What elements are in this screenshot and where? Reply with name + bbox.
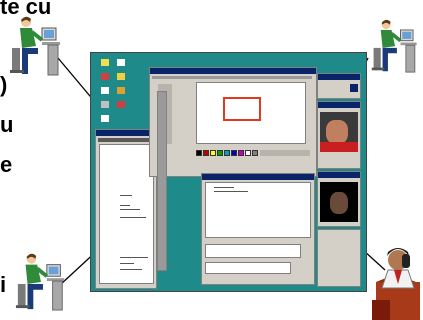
vertical-toolbar-window[interactable] [157,91,167,271]
person-at-computer-icon [15,253,65,311]
desktop-icon[interactable] [117,73,125,80]
title-bar[interactable] [318,172,360,178]
color-swatch[interactable] [224,150,230,156]
title-bar[interactable] [150,68,316,74]
title-bar[interactable] [202,174,314,180]
document-window[interactable] [95,129,157,289]
video-panel-bottom[interactable] [317,171,361,227]
title-bar[interactable] [318,102,360,108]
desktop-icon[interactable] [101,73,109,80]
video-feed-1 [320,112,358,152]
desktop-icon[interactable] [101,101,109,108]
desktop-icon[interactable] [117,101,125,108]
chat-log [205,182,311,238]
top-right-window[interactable] [317,73,361,99]
chat-input[interactable] [205,244,301,258]
chat-window[interactable] [201,173,315,285]
color-swatch[interactable] [196,150,202,156]
title-bar[interactable] [318,74,360,80]
desktop-icon[interactable] [117,87,125,94]
color-swatch[interactable] [252,150,258,156]
paint-canvas[interactable] [196,82,306,144]
person-at-computer-icon [371,19,417,73]
menu-bar [152,76,312,79]
color-swatch[interactable] [245,150,251,156]
color-swatch[interactable] [203,150,209,156]
desktop-icon[interactable] [101,87,109,94]
participant-list[interactable] [317,229,361,287]
color-swatch[interactable] [217,150,223,156]
paint-window[interactable] [149,67,317,177]
person-at-computer-icon [10,16,60,76]
title-bar[interactable] [96,130,156,136]
color-swatch[interactable] [210,150,216,156]
color-swatch[interactable] [231,150,237,156]
color-swatch[interactable] [238,150,244,156]
document-page[interactable] [99,144,154,284]
status-bar [260,150,310,156]
window-icon[interactable] [350,84,358,92]
selection-rectangle [223,97,261,121]
desktop-icon[interactable] [101,59,109,66]
toolbar [98,138,154,142]
desktop-icon[interactable] [101,115,109,122]
chat-input-secondary[interactable] [205,262,291,274]
desktop-icon[interactable] [117,59,125,66]
person-on-phone-icon [372,248,420,320]
desktop-screenshot [90,52,367,292]
video-panel-top[interactable] [317,101,361,169]
video-feed-2 [320,182,358,222]
